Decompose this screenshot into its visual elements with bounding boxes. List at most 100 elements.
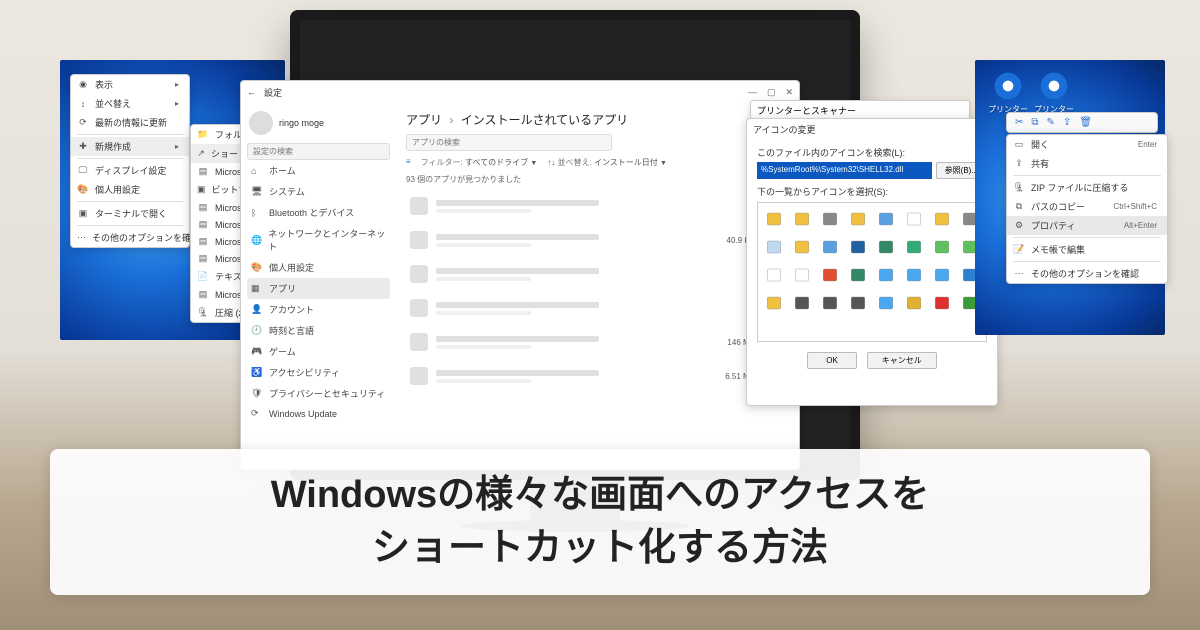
desktop-shortcut-1[interactable]: プリンター bbox=[988, 70, 1028, 115]
icon-cell[interactable] bbox=[845, 290, 871, 316]
icon-cell[interactable] bbox=[789, 206, 815, 232]
icon-cell[interactable] bbox=[929, 290, 955, 316]
menu-item-メモ帳で編集[interactable]: 📝メモ帳で編集 bbox=[1007, 240, 1167, 259]
app-row[interactable]: 146 MB⋯ bbox=[406, 325, 781, 359]
app-icon bbox=[410, 231, 428, 249]
icon-cell[interactable] bbox=[845, 234, 871, 260]
home-icon: ⌂ bbox=[251, 166, 263, 176]
min-icon[interactable]: — bbox=[748, 87, 757, 98]
icon-cell[interactable] bbox=[929, 234, 955, 260]
icon-cell[interactable] bbox=[817, 290, 843, 316]
close-icon[interactable]: ✕ bbox=[785, 87, 793, 98]
icon-cell[interactable] bbox=[817, 262, 843, 288]
icon-path-input[interactable]: %SystemRoot%\System32\SHELL32.dll bbox=[757, 162, 932, 179]
sidebar-item-bt-icon[interactable]: ᛒBluetooth とデバイス bbox=[247, 202, 390, 223]
sidebar-item-apps-icon[interactable]: ▦アプリ bbox=[247, 278, 390, 299]
bc-root[interactable]: アプリ bbox=[406, 113, 442, 127]
icon-cell[interactable] bbox=[789, 262, 815, 288]
app-search[interactable] bbox=[406, 134, 612, 151]
sort-icon: ↕ bbox=[77, 99, 89, 109]
menu-item-共有[interactable]: ⇪共有 bbox=[1007, 154, 1167, 173]
back-icon[interactable]: ← bbox=[247, 87, 256, 97]
desktop-shortcut-2[interactable]: プリンター bbox=[1034, 70, 1074, 115]
display-icon: 🖵 bbox=[77, 165, 89, 176]
menu-item-並べ替え[interactable]: ↕並べ替え▸ bbox=[71, 94, 189, 113]
app-row[interactable]: 40.9 KB⋯ bbox=[406, 223, 781, 257]
change-icon-dialog: アイコンの変更 ✕ このファイル内のアイコンを検索(L): %SystemRoo… bbox=[746, 118, 998, 406]
sidebar-item-net-icon[interactable]: 🌐ネットワークとインターネット bbox=[247, 223, 390, 257]
app-row[interactable]: ⋯ bbox=[406, 291, 781, 325]
menu-item-ZIP ファイルに圧[interactable]: 🗜ZIP ファイルに圧縮する bbox=[1007, 178, 1167, 197]
filter-drive[interactable]: すべてのドライブ bbox=[465, 158, 528, 167]
icon-cell[interactable] bbox=[873, 234, 899, 260]
sidebar-item-time-icon[interactable]: 🕘時刻と言語 bbox=[247, 320, 390, 341]
share-icon[interactable]: ⇪ bbox=[1063, 117, 1071, 128]
icon-cell[interactable] bbox=[817, 206, 843, 232]
menu-item-プロパティ[interactable]: ⚙プロパティAlt+Enter bbox=[1007, 216, 1167, 235]
new-icon: ✚ bbox=[77, 141, 89, 152]
sidebar-item-a11y-icon[interactable]: ♿アクセシビリティ bbox=[247, 362, 390, 383]
app-row[interactable]: 6.51 MB⋯ bbox=[406, 359, 781, 393]
icon-cell[interactable] bbox=[817, 234, 843, 260]
icon-cell[interactable] bbox=[929, 262, 955, 288]
menu-item-パスのコピー[interactable]: ⧉パスのコピーCtrl+Shift+C bbox=[1007, 197, 1167, 216]
icon-cell[interactable] bbox=[761, 206, 787, 232]
ok-button[interactable]: OK bbox=[807, 352, 857, 369]
chevron-right-icon: ▸ bbox=[175, 142, 179, 151]
icon-cell[interactable] bbox=[845, 206, 871, 232]
icon-cell[interactable] bbox=[901, 234, 927, 260]
icon-cell[interactable] bbox=[873, 262, 899, 288]
menu-item-個人用設定[interactable]: 🎨個人用設定 bbox=[71, 180, 189, 199]
shortcut-context-menu: ▭開くEnter⇪共有 🗜ZIP ファイルに圧縮する⧉パスのコピーCtrl+Shi… bbox=[1006, 134, 1168, 284]
icon-cell[interactable] bbox=[761, 234, 787, 260]
delete-icon[interactable]: 🗑 bbox=[1079, 117, 1092, 128]
app-count: 93 個のアプリが見つかりました bbox=[406, 174, 781, 189]
rename-icon[interactable]: ✎ bbox=[1047, 117, 1055, 128]
copy-icon[interactable]: ⧉ bbox=[1031, 117, 1038, 128]
icon-cell[interactable] bbox=[845, 262, 871, 288]
privacy-icon: 🛡 bbox=[251, 388, 263, 399]
app-row[interactable]: ⋯ bbox=[406, 257, 781, 291]
icon-cell[interactable] bbox=[789, 234, 815, 260]
cancel-button[interactable]: キャンセル bbox=[867, 352, 937, 369]
icon-cell[interactable] bbox=[761, 290, 787, 316]
menu-item-最新の情報に更新[interactable]: ⟳最新の情報に更新 bbox=[71, 113, 189, 132]
sidebar-item-account-icon[interactable]: 👤アカウント bbox=[247, 299, 390, 320]
icon-cell[interactable] bbox=[929, 206, 955, 232]
menu-item-新規作成[interactable]: ✚新規作成▸ bbox=[71, 137, 189, 156]
app-icon bbox=[410, 299, 428, 317]
filter-icon[interactable]: ≡ bbox=[406, 157, 411, 168]
sidebar-item-privacy-icon[interactable]: 🛡プライバシーとセキュリティ bbox=[247, 383, 390, 404]
menu-item-ディスプレイ設定[interactable]: 🖵ディスプレイ設定 bbox=[71, 161, 189, 180]
menu-item-その他のオプションを[interactable]: ⋯その他のオプションを確認 bbox=[1007, 264, 1167, 283]
icon-cell[interactable] bbox=[901, 206, 927, 232]
icon-cell[interactable] bbox=[873, 290, 899, 316]
settings-title: 設定 bbox=[264, 86, 282, 99]
menu-item-その他のオプションを[interactable]: ⋯その他のオプションを確認 bbox=[71, 228, 189, 247]
shortcut-icon: ↗ bbox=[197, 148, 205, 159]
icon-grid[interactable] bbox=[757, 202, 987, 342]
sort-value[interactable]: インストール日付 bbox=[594, 158, 658, 167]
user-block[interactable]: ringo moge bbox=[247, 107, 390, 143]
menu-item-表示[interactable]: ◉表示▸ bbox=[71, 75, 189, 94]
breadcrumb: アプリ › インストールされているアプリ bbox=[406, 109, 781, 134]
sidebar-item-game-icon[interactable]: 🎮ゲーム bbox=[247, 341, 390, 362]
max-icon[interactable]: ▢ bbox=[767, 87, 776, 98]
menu-item-ターミナルで開く[interactable]: ▣ターミナルで開く bbox=[71, 204, 189, 223]
share-icon: ⇪ bbox=[1013, 158, 1025, 169]
icon-cell[interactable] bbox=[761, 262, 787, 288]
icon-cell[interactable] bbox=[789, 290, 815, 316]
cut-icon[interactable]: ✂ bbox=[1015, 117, 1023, 128]
icon-cell[interactable] bbox=[873, 206, 899, 232]
folder-icon: 📁 bbox=[197, 129, 209, 140]
sidebar-item-home-icon[interactable]: ⌂ホーム bbox=[247, 160, 390, 181]
sidebar-item-update-icon[interactable]: ⟳Windows Update bbox=[247, 404, 390, 423]
menu-item-開く[interactable]: ▭開くEnter bbox=[1007, 135, 1167, 154]
settings-search[interactable] bbox=[247, 143, 390, 160]
sidebar-item-personalize-icon[interactable]: 🎨個人用設定 bbox=[247, 257, 390, 278]
icon-cell[interactable] bbox=[901, 290, 927, 316]
icon-cell[interactable] bbox=[901, 262, 927, 288]
app-row[interactable]: ⋯ bbox=[406, 189, 781, 223]
sidebar-item-system-icon[interactable]: 🖥システム bbox=[247, 181, 390, 202]
app-icon bbox=[410, 265, 428, 283]
